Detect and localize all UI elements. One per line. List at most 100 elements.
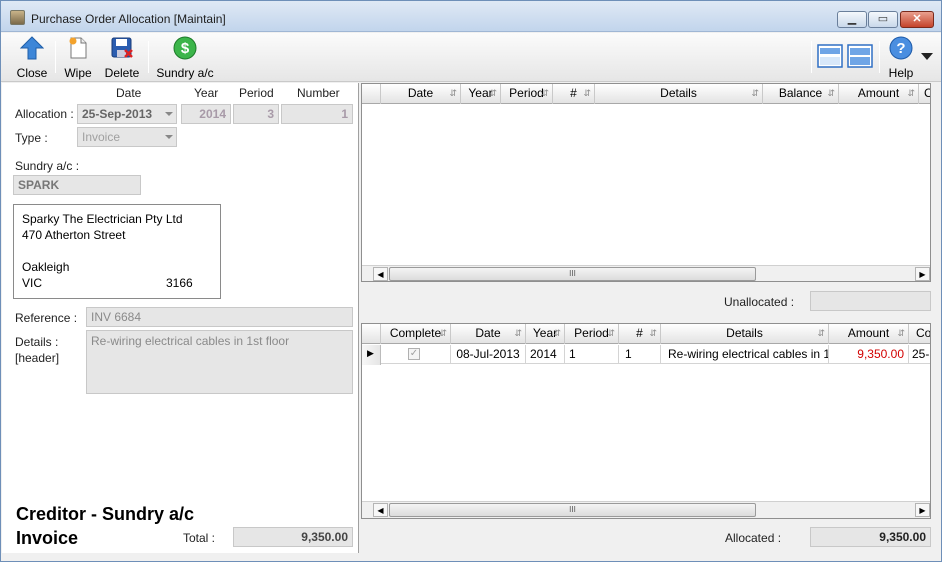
- details-sublabel: [header]: [15, 351, 60, 365]
- pin-icon: ⇵: [439, 328, 447, 338]
- type-value: Invoice: [82, 130, 121, 144]
- app-window: Purchase Order Allocation [Maintain] ▁ ▭…: [0, 0, 942, 562]
- scroll-thumb[interactable]: III: [389, 267, 756, 281]
- toolbar-overflow-button[interactable]: [921, 53, 933, 63]
- address-line2: 470 Atherton Street: [22, 228, 126, 242]
- cell-cor: 25-S: [909, 345, 930, 364]
- row-selector-header: [362, 84, 381, 104]
- close-button[interactable]: Close: [11, 36, 53, 80]
- scroll-right-button[interactable]: ▶: [915, 503, 930, 517]
- split-horizontal-icon: [817, 44, 843, 68]
- close-label: Close: [16, 66, 48, 80]
- layout-vertical-button[interactable]: [847, 44, 873, 68]
- open-col-period-label: Period: [509, 86, 544, 100]
- open-items-grid[interactable]: Date ⇵ Year ⇵ Period ⇵ # ⇵ Details ⇵ Balance ⇵…: [361, 83, 931, 282]
- maximize-icon: ▭: [877, 13, 889, 25]
- window-close-button[interactable]: ✕: [900, 11, 934, 28]
- allocated-field: 9,350.00: [810, 527, 931, 547]
- pin-icon: ⇵: [897, 328, 905, 338]
- cell-complete[interactable]: ✓: [381, 345, 451, 364]
- open-col-number[interactable]: # ⇵: [553, 84, 595, 104]
- scroll-left-button[interactable]: ◀: [373, 503, 388, 517]
- toolbar-separator: [879, 41, 880, 73]
- allocation-date-select[interactable]: 25-Sep-2013: [77, 104, 177, 124]
- minimize-button[interactable]: ▁: [837, 11, 867, 28]
- toolbar-separator: [55, 41, 56, 73]
- alloc-col-date-label: Date: [475, 326, 501, 340]
- pin-icon: ⇵: [827, 88, 835, 98]
- cell-details: Re-wiring electrical cables in 1: [661, 345, 829, 364]
- col-period-header: Period: [239, 86, 274, 100]
- open-col-balance[interactable]: Balance ⇵: [763, 84, 839, 104]
- allocated-label: Allocated :: [725, 531, 782, 545]
- complete-checkbox[interactable]: ✓: [408, 348, 420, 360]
- arrow-up-icon: [20, 36, 44, 60]
- open-col-c[interactable]: C: [919, 84, 930, 104]
- reference-field: INV 6684: [86, 307, 353, 327]
- open-col-details-label: Details: [660, 86, 697, 100]
- unallocated-label: Unallocated :: [724, 295, 795, 309]
- alloc-col-period[interactable]: Period ⇵: [565, 324, 619, 344]
- alloc-col-cor[interactable]: Cor: [909, 324, 931, 344]
- delete-label: Delete: [104, 66, 140, 80]
- allocation-number-field: 1: [281, 104, 353, 124]
- row-selector-header: [362, 324, 381, 344]
- maximize-button[interactable]: ▭: [868, 11, 898, 28]
- alloc-col-date[interactable]: Date ⇵: [451, 324, 526, 344]
- toolbar: Close Wipe Delete $ Sundry a/c ? Help: [1, 33, 941, 82]
- type-select[interactable]: Invoice: [77, 127, 177, 147]
- layout-horizontal-button[interactable]: [817, 44, 843, 68]
- dropdown-arrow-icon: [165, 135, 173, 139]
- alloc-col-year[interactable]: Year ⇵: [526, 324, 565, 344]
- scroll-left-button[interactable]: ◀: [373, 267, 388, 281]
- total-label: Total :: [183, 531, 216, 545]
- help-button[interactable]: ? Help: [883, 36, 919, 80]
- window-title: Purchase Order Allocation [Maintain]: [31, 12, 226, 26]
- title-bar: Purchase Order Allocation [Maintain] ▁ ▭…: [1, 1, 941, 32]
- open-col-period[interactable]: Period ⇵: [501, 84, 553, 104]
- sundry-ac-button[interactable]: $ Sundry a/c: [153, 36, 217, 80]
- scroll-right-button[interactable]: ▶: [915, 267, 930, 281]
- open-col-year[interactable]: Year ⇵: [461, 84, 501, 104]
- cell-number: 1: [619, 345, 661, 364]
- pin-icon: ⇵: [489, 88, 497, 98]
- dollar-coin-icon: $: [173, 36, 197, 60]
- pin-icon: ⇵: [449, 88, 457, 98]
- table-row[interactable]: ▶ ✓ 08-Jul-2013 2014 1 1 Re-wiring elect…: [362, 345, 930, 365]
- alloc-col-complete[interactable]: Complete ⇵: [381, 324, 451, 344]
- pin-icon: ⇵: [553, 328, 561, 338]
- scroll-thumb[interactable]: III: [389, 503, 756, 517]
- cell-period: 1: [565, 345, 619, 364]
- col-number-header: Number: [297, 86, 340, 100]
- cell-date: 08-Jul-2013: [451, 345, 526, 364]
- wipe-button[interactable]: Wipe: [59, 36, 97, 80]
- open-col-amount[interactable]: Amount ⇵: [839, 84, 919, 104]
- address-box: Sparky The Electrician Pty Ltd 470 Ather…: [13, 204, 221, 299]
- minimize-icon: ▁: [847, 13, 857, 25]
- row-selector[interactable]: ▶: [362, 345, 381, 365]
- details-field: Re-wiring electrical cables in 1st floor: [86, 330, 353, 394]
- alloc-col-amount[interactable]: Amount ⇵: [829, 324, 909, 344]
- open-col-date[interactable]: Date ⇵: [381, 84, 461, 104]
- alloc-col-cor-label: Cor: [916, 326, 931, 340]
- allocated-items-hscroll[interactable]: ◀ III ▶: [362, 501, 930, 518]
- help-glyph: ?: [896, 40, 905, 57]
- cell-year: 2014: [526, 345, 565, 364]
- allocated-items-grid[interactable]: Complete ⇵ Date ⇵ Year ⇵ Period ⇵ # ⇵ Details…: [361, 323, 931, 519]
- alloc-col-amount-label: Amount: [847, 326, 890, 340]
- allocation-period-field: 3: [233, 104, 279, 124]
- alloc-col-number[interactable]: # ⇵: [619, 324, 661, 344]
- open-col-details[interactable]: Details ⇵: [595, 84, 763, 104]
- alloc-col-details[interactable]: Details ⇵: [661, 324, 829, 344]
- allocation-label: Allocation :: [15, 107, 74, 121]
- alloc-col-complete-label: Complete: [389, 326, 442, 340]
- toolbar-separator: [148, 41, 149, 73]
- open-items-hscroll[interactable]: ◀ III ▶: [362, 265, 930, 281]
- pin-icon: ⇵: [514, 328, 522, 338]
- sundry-code-field: SPARK: [13, 175, 141, 195]
- col-date-header: Date: [116, 86, 142, 100]
- type-label: Type :: [15, 131, 48, 145]
- address-line1: Sparky The Electrician Pty Ltd: [22, 212, 183, 226]
- open-items-header: Date ⇵ Year ⇵ Period ⇵ # ⇵ Details ⇵ Balance ⇵…: [362, 84, 930, 104]
- delete-button[interactable]: Delete: [101, 36, 143, 80]
